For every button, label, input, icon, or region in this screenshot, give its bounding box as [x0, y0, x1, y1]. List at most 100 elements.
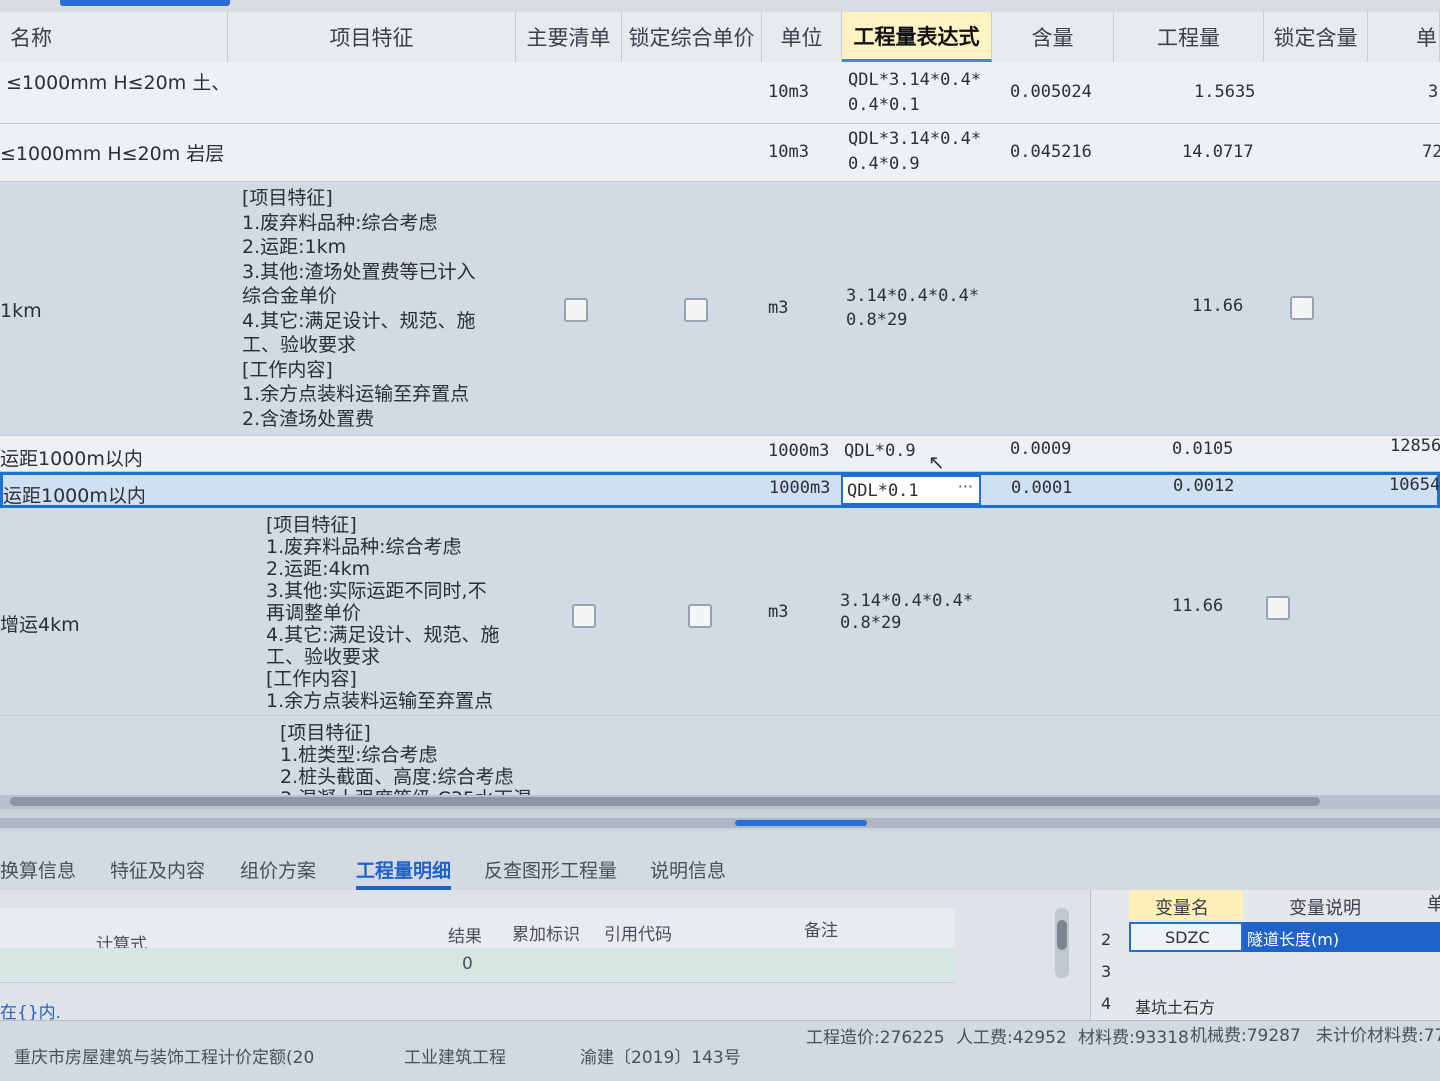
- row-expr[interactable]: QDL*0.1: [847, 481, 919, 501]
- calc-header-note: 备注: [804, 921, 838, 941]
- row-name: 运距1000m以内: [3, 485, 146, 507]
- row-content: 0.0009: [1010, 439, 1072, 459]
- lock-price-checkbox[interactable]: [684, 298, 708, 322]
- row-expr[interactable]: QDL*3.14*0.4* 0.4*0.9: [848, 127, 981, 177]
- row-qty: 11.66: [1192, 296, 1244, 316]
- lock-price-checkbox[interactable]: [688, 604, 712, 628]
- row-expr[interactable]: QDL*0.9: [844, 441, 916, 461]
- row-expr[interactable]: QDL*3.14*0.4* 0.4*0.1: [848, 68, 981, 118]
- status-bar: 重庆市房屋建筑与装饰工程计价定额(20 工业建筑工程 渝建〔2019〕143号 …: [0, 1020, 1440, 1081]
- row-name: ≤1000mm H≤20m 土、: [6, 72, 231, 94]
- table-row[interactable]: ≤1000mm H≤20m 土、 10m3 QDL*3.14*0.4* 0.4*…: [0, 62, 1440, 124]
- var-row-no: 3: [1101, 962, 1112, 981]
- table-row[interactable]: 增运4km [项目特征] 1.废弃料品种:综合考虑 2.运距:4km 3.其他:…: [0, 508, 1440, 716]
- row-qty: 0.0105: [1172, 439, 1234, 459]
- calc-result: 0: [462, 954, 473, 974]
- row-name: ≤1000mm H≤20m 岩层: [0, 143, 225, 165]
- row-unit: m3: [768, 298, 789, 318]
- row-name: 运距1000m以内: [0, 448, 143, 470]
- col-header-content[interactable]: 含量: [992, 12, 1114, 62]
- panel-splitter[interactable]: [0, 818, 1440, 828]
- col-header-feature[interactable]: 项目特征: [228, 12, 516, 62]
- row-feature: [项目特征] 1.废弃料品种:综合考虑 2.运距:1km 3.其他:渣场处置费等…: [242, 187, 476, 430]
- calc-header-accumulate: 累加标识: [512, 925, 580, 945]
- row-unit: m3: [768, 602, 789, 622]
- scrollbar-thumb[interactable]: [1057, 920, 1067, 950]
- col-header-unit[interactable]: 单位: [762, 12, 842, 62]
- tab-features-content[interactable]: 特征及内容: [110, 856, 205, 883]
- row-feature: [项目特征] 1.废弃料品种:综合考虑 2.运距:4km 3.其他:实际运距不同…: [266, 514, 500, 712]
- active-tab-indicator: [60, 0, 230, 6]
- row-qty: 14.0717: [1182, 142, 1254, 162]
- col-header-lock-price[interactable]: 锁定综合单价: [622, 12, 762, 62]
- row-unit: 1000m3: [768, 441, 830, 461]
- row-expr[interactable]: 3.14*0.4*0.4* 0.8*29: [840, 590, 973, 634]
- tab-pricing-scheme[interactable]: 组价方案: [240, 856, 316, 883]
- col-header-price[interactable]: 单: [1368, 12, 1440, 62]
- horizontal-scrollbar[interactable]: [0, 795, 1440, 809]
- calc-header-result: 结果: [448, 927, 482, 947]
- table-row[interactable]: 1km [项目特征] 1.废弃料品种:综合考虑 2.运距:1km 3.其他:渣场…: [0, 182, 1440, 436]
- var-row-no: 4: [1101, 994, 1112, 1013]
- variable-panel: 变量名 变量说明 单 2 SDZC 隧道长度(m) 3 4 基坑土石方: [1090, 890, 1440, 1020]
- var-header-unit[interactable]: 单: [1427, 890, 1440, 920]
- row-expr[interactable]: 3.14*0.4*0.4* 0.8*29: [846, 284, 979, 332]
- title-strip: [0, 0, 1440, 12]
- row-content: 0.045216: [1010, 142, 1092, 162]
- col-header-main-list[interactable]: 主要清单: [516, 12, 622, 62]
- status-project-type: 工业建筑工程: [404, 1048, 506, 1068]
- var-header-desc[interactable]: 变量说明: [1243, 890, 1423, 920]
- col-header-expr[interactable]: 工程量表达式: [842, 12, 992, 62]
- calc-row[interactable]: 0: [0, 948, 955, 983]
- row-content: 0.005024: [1010, 82, 1092, 102]
- row-unit: 10m3: [768, 82, 809, 102]
- var-header-name[interactable]: 变量名: [1129, 890, 1243, 920]
- status-machine: 机械费:79287: [1190, 1026, 1301, 1046]
- var-name-cell[interactable]: 基坑土石方: [1135, 994, 1215, 1018]
- lock-content-checkbox[interactable]: [1266, 596, 1290, 620]
- status-doc: 渝建〔2019〕143号: [580, 1048, 741, 1068]
- calc-table-header: 计算式 结果 累加标识 引用代码 备注: [0, 908, 955, 955]
- scrollbar-thumb[interactable]: [10, 797, 1320, 806]
- tab-graphic-quantity[interactable]: 反查图形工程量: [484, 856, 617, 883]
- row-price: 72: [1422, 142, 1440, 162]
- cursor-icon: ↖: [928, 450, 945, 474]
- calc-header-ref-code: 引用代码: [604, 925, 672, 945]
- status-material: 材料费:93318: [1078, 1028, 1189, 1048]
- main-list-checkbox[interactable]: [572, 604, 596, 628]
- table-row[interactable]: 运距1000m以内 1000m3 QDL*0.9 0.0009 0.0105 1…: [0, 436, 1440, 474]
- row-name: 1km: [0, 300, 42, 322]
- row-qty: 11.66: [1172, 596, 1224, 616]
- lock-content-checkbox[interactable]: [1290, 296, 1314, 320]
- row-unit: 10m3: [768, 142, 809, 162]
- tab-description[interactable]: 说明信息: [650, 856, 726, 883]
- table-row-selected[interactable]: 运距1000m以内 1000m3 QDL*0.1 ··· 0.0001 0.00…: [0, 472, 1440, 508]
- row-price: 3: [1428, 82, 1439, 102]
- col-header-name[interactable]: 名称: [0, 12, 228, 62]
- splitter-grip[interactable]: [735, 820, 867, 826]
- table-row[interactable]: ≤1000mm H≤20m 岩层 10m3 QDL*3.14*0.4* 0.4*…: [0, 124, 1440, 182]
- expr-edit-field[interactable]: QDL*0.1 ···: [841, 475, 981, 505]
- quantity-detail-panel: 计算式 结果 累加标识 引用代码 备注 0 在{}内. 变量名 变量说明 单 2…: [0, 890, 1440, 1023]
- main-list-checkbox[interactable]: [564, 298, 588, 322]
- status-unpriced: 未计价材料费:77: [1316, 1026, 1440, 1046]
- tab-conversion-info[interactable]: 换算信息: [0, 856, 76, 883]
- status-quota: 重庆市房屋建筑与装饰工程计价定额(20: [14, 1048, 315, 1068]
- table-row[interactable]: [项目特征] 1.桩类型:综合考虑 2.桩头截面、高度:综合考虑 3.混凝土强度…: [0, 716, 1440, 810]
- row-qty: 0.0012: [1173, 476, 1235, 496]
- col-header-lock-content[interactable]: 锁定含量: [1264, 12, 1368, 62]
- grid-header: 名称 项目特征 主要清单 锁定综合单价 单位 工程量表达式 含量 工程量 锁定含…: [0, 12, 1440, 63]
- var-desc-cell[interactable]: 隧道长度(m): [1243, 922, 1440, 952]
- row-name: 增运4km: [0, 614, 80, 636]
- vertical-scrollbar[interactable]: [1055, 908, 1069, 978]
- row-price: 12856: [1390, 436, 1440, 456]
- row-qty: 1.5635: [1194, 82, 1256, 102]
- var-name-cell[interactable]: SDZC: [1129, 922, 1243, 952]
- tab-quantity-detail[interactable]: 工程量明细: [356, 856, 452, 890]
- ellipsis-icon[interactable]: ···: [958, 477, 973, 496]
- status-total-cost: 工程造价:276225: [806, 1028, 945, 1048]
- status-labor: 人工费:42952: [956, 1028, 1067, 1048]
- row-price: 10654.: [1389, 475, 1440, 495]
- var-row-no: 2: [1101, 930, 1112, 949]
- col-header-qty[interactable]: 工程量: [1114, 12, 1264, 62]
